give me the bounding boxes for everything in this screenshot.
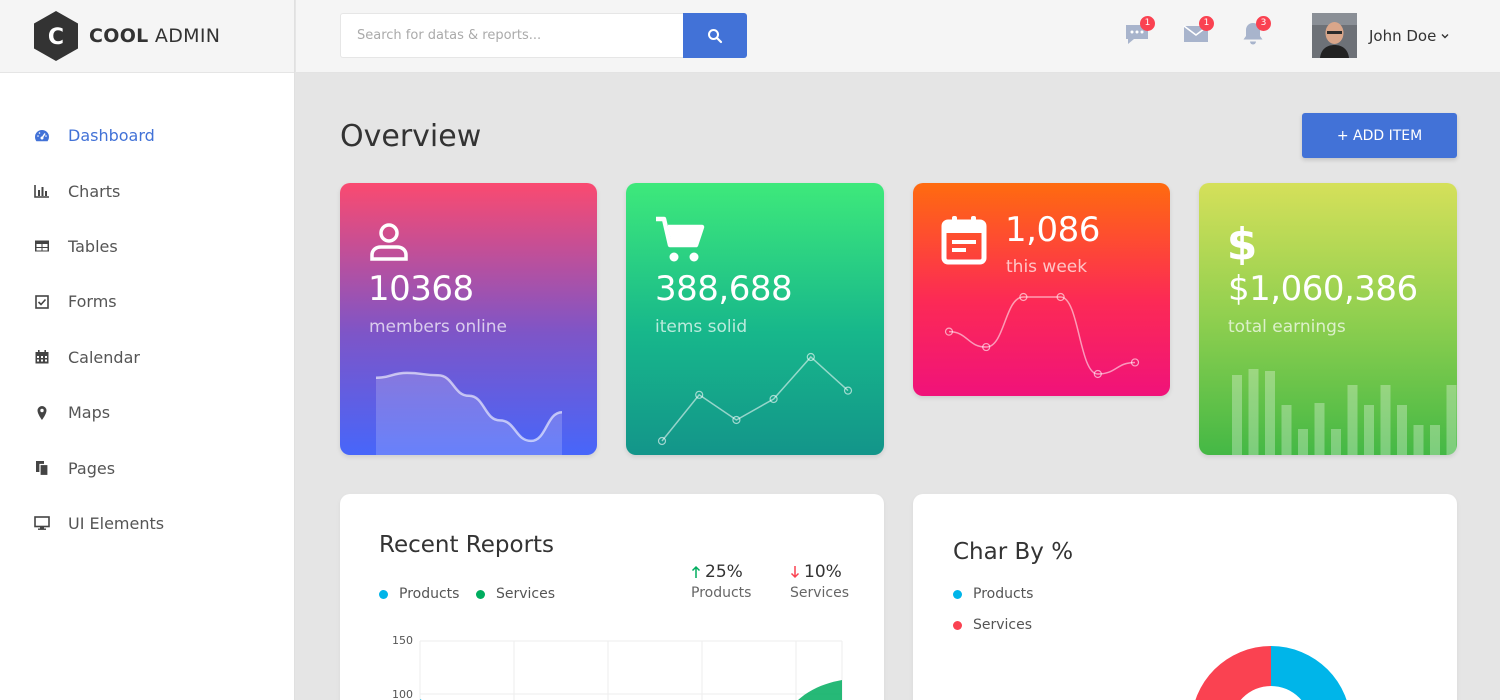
donut-chart — [1195, 646, 1347, 700]
search-input[interactable] — [340, 13, 683, 58]
copy-icon — [33, 459, 51, 477]
sidebar-item-forms[interactable]: Forms — [0, 274, 294, 329]
search-button[interactable] — [683, 13, 747, 58]
map-marker-icon — [33, 404, 51, 422]
desktop-icon — [33, 514, 51, 532]
notification-badge: 1 — [1199, 16, 1214, 31]
sidebar-item-tables[interactable]: Tables — [0, 219, 294, 274]
sidebar-item-label: Maps — [68, 403, 111, 423]
trend-area — [376, 372, 562, 455]
sidebar-item-calendar[interactable]: Calendar — [0, 330, 294, 385]
donut-slice-services — [1195, 646, 1271, 700]
earnings-bar — [1347, 385, 1358, 455]
notification-badge: 1 — [1140, 16, 1155, 31]
card-value: 388,688 — [655, 269, 793, 309]
main-content: Overview + ADD ITEM 10368 members online… — [296, 74, 1500, 700]
top-header: 1 1 3 John Doe — [296, 0, 1500, 73]
page-title: Overview — [340, 119, 482, 154]
sidebar-item-ui-elements[interactable]: UI Elements — [0, 496, 294, 551]
sidebar-item-label: UI Elements — [68, 513, 165, 533]
donut-slice-products — [1271, 646, 1347, 700]
earnings-bar — [1413, 425, 1424, 455]
user-menu[interactable]: John Doe — [1312, 13, 1450, 58]
card-value: 10368 — [368, 269, 474, 309]
table-icon — [33, 237, 51, 255]
trend-line — [948, 296, 1136, 375]
earnings-bar — [1380, 385, 1391, 455]
sidebar-item-label: Charts — [68, 181, 121, 201]
earnings-bar — [1281, 405, 1292, 455]
sidebar-item-label: Tables — [68, 236, 118, 256]
trend-line — [661, 355, 849, 442]
card-label: total earnings — [1228, 317, 1346, 337]
earnings-bar — [1364, 405, 1374, 455]
logo-text-bold: COOL — [89, 25, 149, 47]
notification-email[interactable]: 1 — [1182, 16, 1214, 52]
recent-reports-chart — [419, 640, 843, 700]
card-value: 1,086 — [1005, 210, 1100, 250]
trend-point — [843, 386, 853, 395]
notification-messages[interactable]: 1 — [1123, 16, 1155, 52]
chevron-down-icon — [1441, 33, 1449, 38]
bar-chart-icon — [33, 182, 51, 200]
sidebar: C COOL ADMIN Dashboard Charts Tables For… — [0, 0, 295, 700]
earnings-bar — [1430, 425, 1440, 455]
tachometer-icon — [33, 127, 51, 145]
sidebar-item-label: Forms — [68, 292, 117, 312]
user-icon — [368, 221, 410, 263]
logo-text: COOL ADMIN — [89, 25, 220, 47]
card-label: members online — [369, 317, 507, 337]
earnings-bar — [1298, 429, 1308, 455]
stat-card-earnings: $ $1,060,386 total earnings — [1199, 183, 1457, 455]
notification-badge: 3 — [1256, 16, 1271, 31]
logo-mark-letter: C — [48, 25, 64, 50]
stat-card-items: 388,688 items solid — [626, 183, 884, 455]
user-name: John Doe — [1369, 26, 1437, 45]
members-trend-chart — [375, 371, 563, 455]
search-form — [340, 13, 747, 58]
items-trend-chart — [657, 352, 853, 446]
logo[interactable]: C COOL ADMIN — [0, 0, 294, 73]
earnings-bar — [1331, 429, 1341, 455]
sidebar-item-label: Pages — [68, 458, 116, 478]
dollar-icon: $ — [1227, 219, 1258, 270]
sidebar-item-maps[interactable]: Maps — [0, 385, 294, 440]
card-value: $1,060,386 — [1228, 269, 1418, 309]
sidebar-item-charts[interactable]: Charts — [0, 163, 294, 218]
checkbox-icon — [33, 293, 51, 311]
earnings-bar — [1314, 403, 1325, 455]
earnings-bar — [1248, 369, 1259, 455]
logo-mark-icon: C — [34, 11, 78, 61]
recent-reports-panel: Recent Reports Products Services 25% Pro… — [340, 494, 884, 700]
card-label: this week — [1006, 257, 1088, 277]
earnings-bar — [1265, 371, 1275, 455]
earnings-bar — [1232, 375, 1242, 455]
sidebar-nav: Dashboard Charts Tables Forms Calendar M… — [0, 73, 294, 551]
sidebar-item-pages[interactable]: Pages — [0, 440, 294, 495]
search-icon — [708, 28, 723, 43]
sidebar-item-dashboard[interactable]: Dashboard — [0, 108, 294, 163]
sidebar-item-label: Dashboard — [68, 126, 155, 146]
stat-card-members: 10368 members online — [340, 183, 597, 455]
earnings-bar — [1446, 385, 1457, 455]
sidebar-item-label: Calendar — [68, 347, 140, 367]
svg-text:$: $ — [1227, 221, 1257, 265]
stat-card-week: 1,086 this week — [913, 183, 1170, 396]
notification-bell[interactable]: 3 — [1239, 16, 1271, 52]
add-item-button[interactable]: + ADD ITEM — [1302, 113, 1457, 158]
logo-text-rest: ADMIN — [154, 25, 221, 47]
cart-icon — [654, 215, 706, 267]
calendar-icon — [941, 215, 987, 265]
earnings-bar-chart — [1232, 369, 1457, 455]
avatar — [1312, 13, 1357, 58]
week-trend-chart — [944, 292, 1140, 379]
earnings-bar — [1397, 405, 1407, 455]
calendar-icon — [33, 348, 51, 366]
char-by-percent-panel: Char By % Products Services — [913, 494, 1457, 700]
card-label: items solid — [655, 317, 748, 337]
